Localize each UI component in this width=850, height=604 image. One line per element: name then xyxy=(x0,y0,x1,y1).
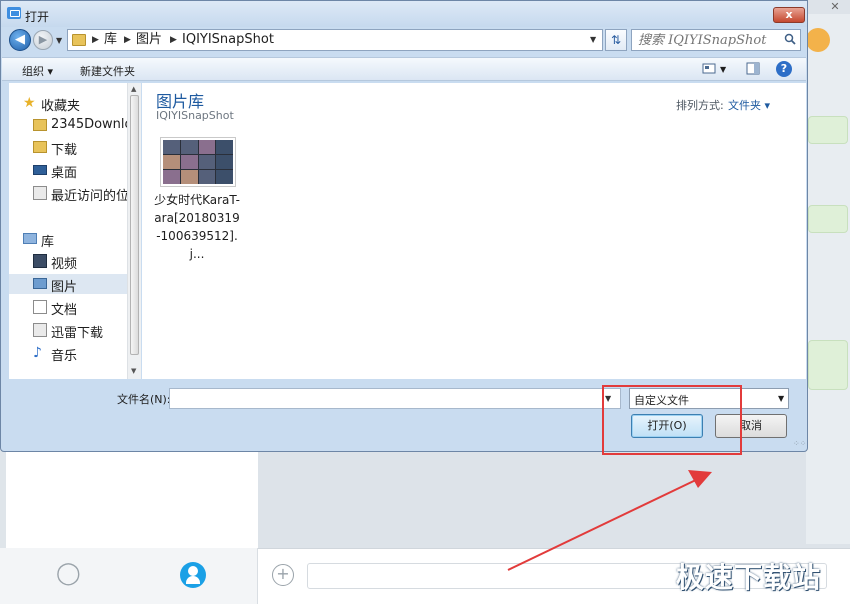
nav-item-recent-places[interactable]: 最近访问的位 xyxy=(9,183,127,204)
arrange-by-dropdown[interactable]: 文件夹 ▾ xyxy=(728,97,770,113)
library-icon xyxy=(23,233,37,244)
scroll-down-icon[interactable]: ▼ xyxy=(131,367,136,375)
dialog-titlebar[interactable]: 打开 x xyxy=(1,1,807,27)
new-folder-button[interactable]: 新建文件夹 xyxy=(80,63,135,79)
view-options-icon[interactable] xyxy=(702,62,716,75)
annotation-highlight-box xyxy=(602,385,742,455)
preview-pane-icon[interactable] xyxy=(746,62,760,75)
address-bar[interactable]: ▶ 库 ▶ 图片 ▶ IQIYISnapShot ▼ xyxy=(67,29,603,51)
breadcrumb-separator-icon[interactable]: ▶ xyxy=(124,33,131,47)
organize-menu[interactable]: 组织 ▾ xyxy=(22,63,53,79)
back-button[interactable]: ◀ xyxy=(9,29,31,51)
command-toolbar: 组织 ▾ 新建文件夹 ▼ ? xyxy=(2,57,806,81)
app-icon xyxy=(7,7,21,19)
search-icon[interactable] xyxy=(784,33,796,45)
folder-icon xyxy=(33,119,47,131)
nav-item-thunder-downloads[interactable]: 迅雷下载 xyxy=(9,320,127,341)
download-folder-icon xyxy=(33,141,47,153)
recent-locations-chevron-icon[interactable]: ▼ xyxy=(56,36,62,45)
desktop-icon xyxy=(33,165,47,175)
filename-label: 文件名(N): xyxy=(117,393,171,406)
contacts-icon[interactable] xyxy=(180,562,206,588)
scrollbar-thumb[interactable] xyxy=(130,95,139,355)
view-dropdown-icon[interactable]: ▼ xyxy=(720,65,726,74)
search-box[interactable] xyxy=(631,29,801,51)
nav-item-pictures[interactable]: 图片 xyxy=(9,274,127,295)
filename-input[interactable] xyxy=(170,389,600,408)
resize-grip-icon[interactable]: ⁘⁘ xyxy=(793,439,806,448)
dialog-title: 打开 xyxy=(25,10,50,24)
open-file-dialog: 打开 x ◀ ▶ ▼ ▶ 库 ▶ 图片 ▶ IQIYISnapShot ▼ ⇅ … xyxy=(0,0,808,455)
navigation-pane: ★ 收藏夹 2345Downlo 下载 桌面 最近访问的位 库 视频 图片 文档… xyxy=(9,83,141,379)
message-icon[interactable]: ◯ xyxy=(56,563,81,585)
scroll-up-icon[interactable]: ▲ xyxy=(131,85,136,93)
music-note-icon: ♪ xyxy=(33,345,42,361)
nav-library[interactable]: 库 xyxy=(9,229,127,250)
pictures-icon xyxy=(33,278,47,289)
video-icon xyxy=(33,254,47,268)
thumbnail-image xyxy=(163,140,233,184)
help-icon[interactable]: ? xyxy=(776,61,792,77)
search-input[interactable] xyxy=(638,31,778,49)
breadcrumb-separator-icon[interactable]: ▶ xyxy=(170,33,177,47)
chevron-down-icon: ▼ xyxy=(778,394,785,403)
chat-right-edge xyxy=(806,14,850,544)
chat-tab-bar xyxy=(0,548,258,604)
arrange-by-label: 排列方式: xyxy=(676,99,724,112)
nav-item-music[interactable]: ♪ 音乐 xyxy=(9,343,127,364)
breadcrumb-pictures[interactable]: 图片 xyxy=(136,32,162,48)
nav-item-downloads[interactable]: 下载 xyxy=(9,137,127,158)
file-name-label[interactable]: 少女时代KaraT-ara[20180319-100639512].j... xyxy=(154,191,240,263)
close-button[interactable]: x xyxy=(773,7,805,23)
refresh-button[interactable]: ⇅ xyxy=(605,29,627,51)
documents-icon xyxy=(33,300,47,314)
folder-icon xyxy=(72,34,86,46)
watermark-logo: 极速下载站 xyxy=(676,561,822,594)
chat-avatar[interactable] xyxy=(806,28,830,52)
nav-scrollbar[interactable]: ▲ ▼ xyxy=(127,83,141,379)
breadcrumb-library[interactable]: 库 xyxy=(104,32,117,48)
add-icon[interactable]: + xyxy=(272,564,294,586)
forward-button[interactable]: ▶ xyxy=(33,30,53,50)
thunder-download-folder-icon xyxy=(33,323,47,337)
chat-bubble xyxy=(808,116,848,144)
chat-list-panel xyxy=(6,452,258,548)
filename-input-box[interactable] xyxy=(169,388,621,409)
star-icon: ★ xyxy=(23,95,36,111)
nav-favorites[interactable]: ★ 收藏夹 xyxy=(9,93,127,114)
breadcrumb-current-folder[interactable]: IQIYISnapShot xyxy=(182,32,274,48)
nav-item-2345downloads[interactable]: 2345Downlo xyxy=(9,115,127,135)
nav-item-videos[interactable]: 视频 xyxy=(9,251,127,272)
nav-item-documents[interactable]: 文档 xyxy=(9,297,127,318)
app-close-icon[interactable]: ✕ xyxy=(820,0,850,14)
library-subtitle: IQIYISnapShot xyxy=(156,109,234,122)
file-list-pane: 图片库 IQIYISnapShot 排列方式: 文件夹 ▾ 少女时代KaraT-… xyxy=(142,83,806,379)
nav-item-desktop[interactable]: 桌面 xyxy=(9,160,127,181)
address-dropdown-icon[interactable]: ▼ xyxy=(590,35,596,44)
chat-bubble xyxy=(808,205,848,233)
chat-bubble xyxy=(808,340,848,390)
breadcrumb-separator-icon[interactable]: ▶ xyxy=(92,33,99,47)
file-thumbnail[interactable] xyxy=(160,137,236,187)
recent-places-icon xyxy=(33,186,47,200)
content-scrollbar[interactable] xyxy=(792,83,806,379)
